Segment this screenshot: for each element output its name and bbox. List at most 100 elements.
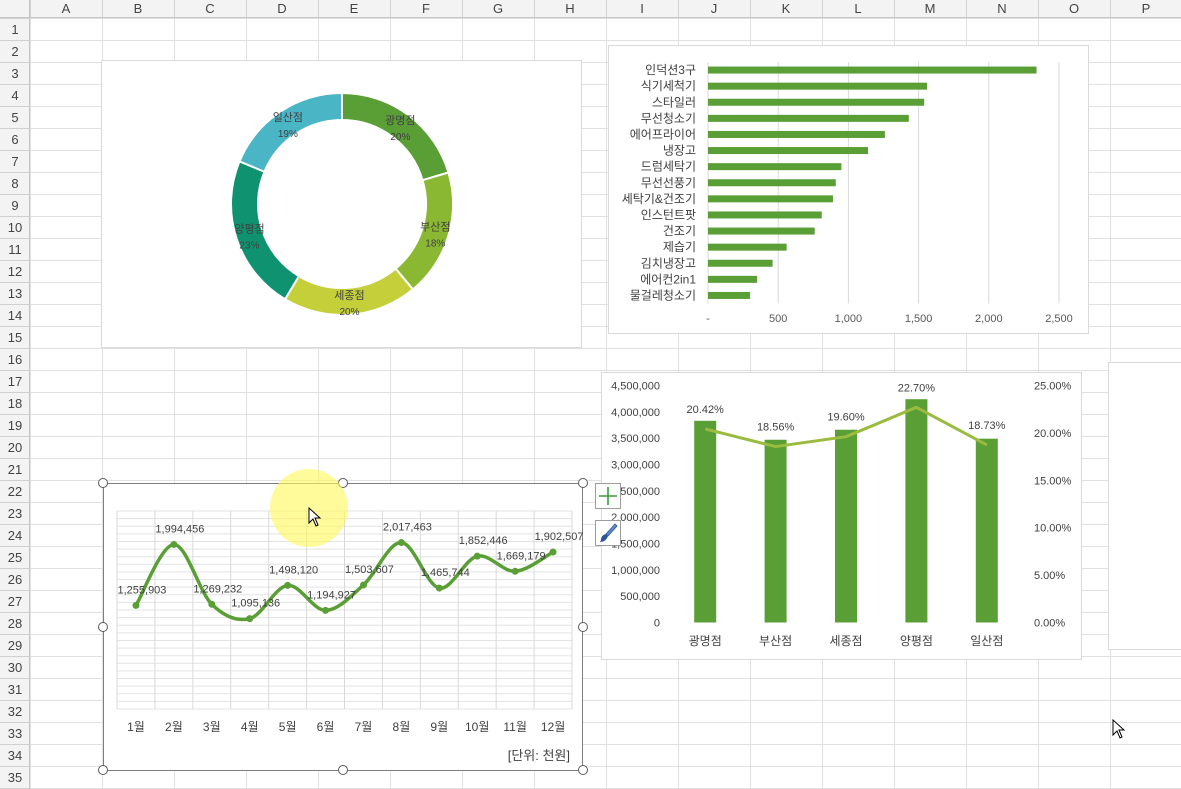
resize-handle-bottom-right[interactable]: [578, 765, 588, 775]
resize-handle-bottom[interactable]: [338, 765, 348, 775]
column-header-A[interactable]: A: [62, 1, 71, 16]
column-header-D[interactable]: D: [277, 1, 286, 16]
row-header-2[interactable]: 2: [11, 44, 18, 59]
column-header-N[interactable]: N: [997, 1, 1006, 16]
category-label: 8월: [393, 720, 411, 734]
category-label: 인덕션3구: [645, 63, 696, 77]
row-header-24[interactable]: 24: [8, 528, 22, 543]
row-header-1[interactable]: 1: [11, 22, 18, 37]
y-tick-label: 3,500,000: [611, 433, 660, 445]
column-header-I[interactable]: I: [640, 1, 644, 16]
resize-handle-top-left[interactable]: [98, 478, 108, 488]
row-header-19[interactable]: 19: [8, 418, 22, 433]
donut-slice-percent: 20%: [339, 307, 359, 318]
column-header-E[interactable]: E: [350, 1, 359, 16]
resize-handle-left[interactable]: [98, 622, 108, 632]
row-header-6[interactable]: 6: [11, 132, 18, 147]
y2-tick-label: 15.00%: [1034, 475, 1072, 487]
row-header-29[interactable]: 29: [8, 638, 22, 653]
row-header-32[interactable]: 32: [8, 704, 22, 719]
row-header-31[interactable]: 31: [8, 682, 22, 697]
chart-elements-button[interactable]: [595, 483, 621, 509]
category-label: 3월: [203, 720, 221, 734]
row-header-9[interactable]: 9: [11, 198, 18, 213]
row-header-11[interactable]: 11: [8, 242, 22, 257]
row-header-26[interactable]: 26: [8, 572, 22, 587]
column-header-K[interactable]: K: [782, 1, 791, 16]
column-header-H[interactable]: H: [565, 1, 574, 16]
y-tick-label: 0: [654, 618, 660, 630]
column-header-B[interactable]: B: [134, 1, 143, 16]
category-label: 식기세척기: [641, 79, 696, 93]
row-header-16[interactable]: 16: [8, 352, 22, 367]
row-header-3[interactable]: 3: [11, 66, 18, 81]
data-point: [246, 615, 254, 623]
arrow-cursor-icon: [1112, 719, 1126, 739]
row-header-27[interactable]: 27: [8, 594, 22, 609]
row-header-34[interactable]: 34: [8, 748, 22, 763]
bar: [708, 195, 833, 203]
column-header-L[interactable]: L: [854, 1, 861, 16]
resize-handle-top-right[interactable]: [578, 478, 588, 488]
data-point: [208, 600, 216, 608]
doughnut-plot: 광명점 20% 부산점 18% 세종점 20% 양평점 23% 일산점 19%: [230, 91, 454, 318]
x-tick-label: 2,500: [1045, 313, 1073, 325]
column-header-F[interactable]: F: [422, 1, 430, 16]
x-tick-label: -: [706, 313, 710, 325]
row-header-14[interactable]: 14: [8, 308, 22, 323]
data-label: 1,669,179: [497, 550, 546, 562]
data-point: [322, 606, 330, 614]
row-header-13[interactable]: 13: [8, 286, 22, 301]
data-point: [170, 540, 178, 548]
doughnut-chart[interactable]: 광명점 20% 부산점 18% 세종점 20% 양평점 23% 일산점 19%: [101, 60, 582, 348]
column-header-P[interactable]: P: [1142, 1, 1151, 16]
column-header-J[interactable]: J: [711, 1, 718, 16]
bar: [835, 429, 857, 623]
chart-styles-button[interactable]: [595, 520, 621, 546]
row-header-8[interactable]: 8: [11, 176, 18, 191]
column-header-M[interactable]: M: [925, 1, 936, 16]
row-header-22[interactable]: 22: [8, 484, 22, 499]
data-label: 1,503,607: [345, 564, 394, 576]
combo-bar-line-chart[interactable]: 0 500,000 1,000,000 1,500,000 2,000,000 2,500…: [601, 372, 1082, 660]
row-header-33[interactable]: 33: [8, 726, 22, 741]
row-header-17[interactable]: 17: [8, 374, 22, 389]
category-label: 냉장고: [663, 144, 696, 158]
row-header-4[interactable]: 4: [11, 88, 18, 103]
category-label: 드럼세탁기: [641, 160, 696, 174]
donut-slice-percent: 18%: [425, 238, 445, 249]
arrow-cursor-icon: [308, 507, 322, 527]
row-header-21[interactable]: 21: [8, 462, 22, 477]
column-header-O[interactable]: O: [1069, 1, 1079, 16]
category-label: 세종점: [829, 634, 862, 648]
row-header-10[interactable]: 10: [8, 220, 22, 235]
row-header-20[interactable]: 20: [8, 440, 22, 455]
bar: [708, 259, 773, 267]
category-label: 건조기: [663, 224, 696, 238]
category-label: 물걸레청소기: [630, 288, 696, 302]
data-label: 1,902,507: [535, 531, 584, 543]
row-header-25[interactable]: 25: [8, 550, 22, 565]
bar: [708, 227, 815, 235]
column-header-G[interactable]: G: [493, 1, 503, 16]
row-header-15[interactable]: 15: [8, 330, 22, 345]
row-header-7[interactable]: 7: [11, 154, 18, 169]
horizontal-bar-chart[interactable]: - 500 1,000 1,500 2,000 2,500 인덕션3구 식기세척기 스타일러 무선…: [608, 45, 1089, 334]
y-tick-label: 4,000,000: [611, 407, 660, 419]
row-header-28[interactable]: 28: [8, 616, 22, 631]
row-header-30[interactable]: 30: [8, 660, 22, 675]
data-point: [284, 581, 292, 589]
data-label: 1,852,446: [459, 535, 508, 547]
column-header-C[interactable]: C: [205, 1, 214, 16]
unit-note: [단위: 천원]: [508, 748, 570, 763]
resize-handle-bottom-left[interactable]: [98, 765, 108, 775]
row-header-23[interactable]: 23: [8, 506, 22, 521]
row-header-5[interactable]: 5: [11, 110, 18, 125]
partial-chart-area[interactable]: [1108, 362, 1181, 650]
row-header-18[interactable]: 18: [8, 396, 22, 411]
percent-data-label: 22.70%: [898, 382, 936, 394]
resize-handle-right[interactable]: [578, 622, 588, 632]
row-header-12[interactable]: 12: [8, 264, 22, 279]
data-point: [473, 552, 481, 560]
row-header-35[interactable]: 35: [8, 770, 22, 785]
